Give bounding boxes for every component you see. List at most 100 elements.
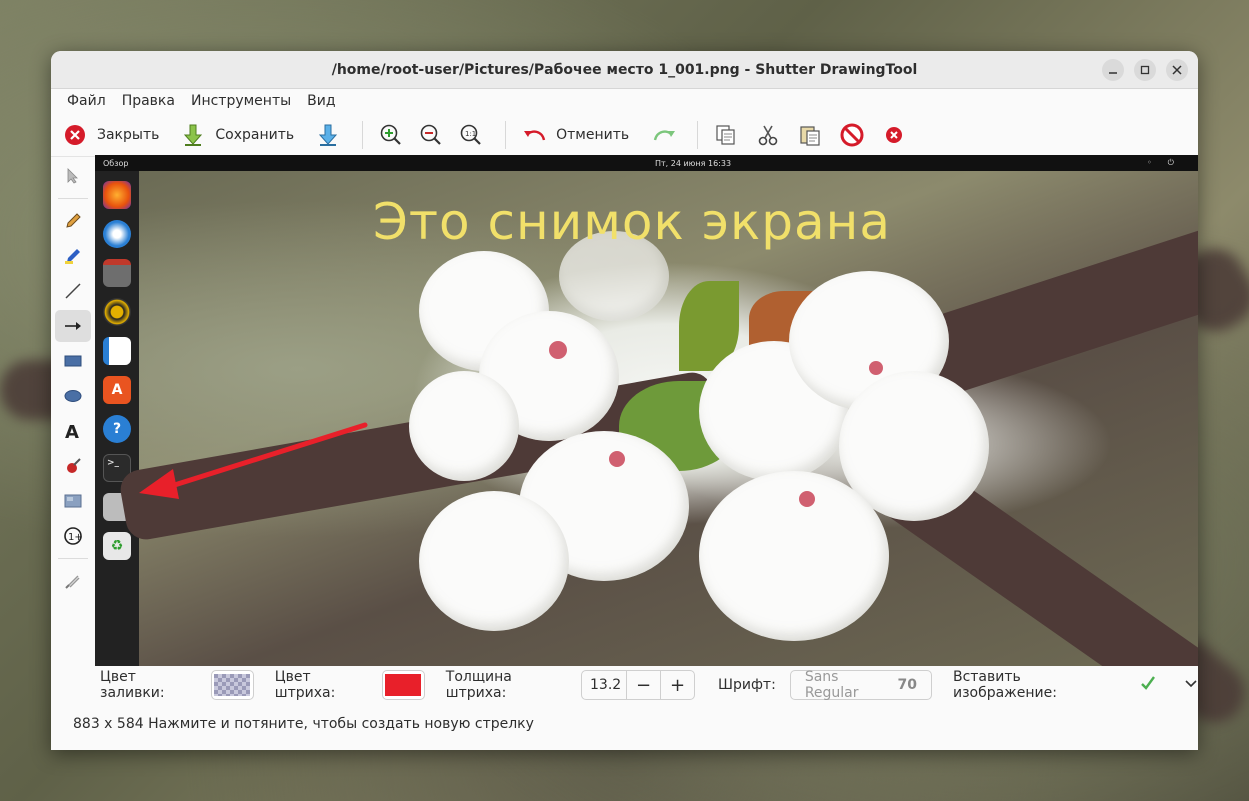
paste-icon [798,123,822,147]
menu-file[interactable]: Файл [59,93,114,109]
close-button[interactable]: Закрыть [63,123,159,147]
menu-view[interactable]: Вид [299,93,343,109]
delete-button[interactable] [840,123,864,147]
svg-text:A: A [65,422,79,440]
save-label: Сохранить [215,126,295,143]
font-size: 70 [897,677,917,693]
close-circle-icon [882,123,906,147]
stroke-width-value[interactable]: 13.2 [582,677,626,693]
zoom-fit-button[interactable]: 1:1 [459,123,483,147]
number-tool[interactable]: 1+ [55,520,91,552]
increase-button[interactable]: + [660,670,694,700]
line-icon [65,283,81,299]
export-arrow-icon [316,123,340,147]
sidebar-separator [58,558,88,559]
pencil-icon [66,213,81,228]
scissors-icon [756,123,780,147]
pointer-icon [67,168,78,184]
stroke-color-swatch [385,674,422,696]
pixelate-tool[interactable] [55,485,91,517]
redo-icon [651,123,676,147]
menu-edit[interactable]: Правка [114,93,183,109]
undo-icon [522,123,546,147]
minimize-button[interactable] [1102,59,1124,81]
text-icon: A [65,422,79,440]
toolbar-separator [505,120,507,149]
stroke-width-spinner: 13.2 − + [581,670,695,700]
window-title: /home/root-user/Pictures/Рабочее место 1… [331,61,918,78]
ellipse-icon [64,390,82,402]
svg-text:1+: 1+ [68,532,83,543]
undo-button[interactable]: Отменить [522,123,629,147]
stroke-color-label: Цвет штриха: [274,669,336,701]
pencil-tool[interactable] [55,205,91,237]
arrow-icon [65,322,81,330]
zoom-in-button[interactable] [379,123,403,147]
stroke-width-label: Толщина штриха: [445,669,512,701]
forbidden-icon [840,123,864,147]
tool-sidebar: A 1+ [51,157,95,667]
chevron-down-icon[interactable] [1184,677,1198,693]
menubar: Файл Правка Инструменты Вид [51,89,1198,113]
window-controls [1102,59,1188,81]
highlighter-icon [65,249,80,264]
copy-icon [714,123,738,147]
crop-icon [65,575,80,589]
status-text: 883 x 584 Нажмите и потяните, чтобы созд… [73,716,534,732]
text-tool[interactable]: A [55,415,91,447]
drawing-tool-window: /home/root-user/Pictures/Рабочее место 1… [51,51,1198,750]
paste-button[interactable] [798,123,822,147]
maximize-icon [1140,65,1150,75]
cut-button[interactable] [756,123,780,147]
decrease-button[interactable]: − [626,670,660,700]
clear-button[interactable] [882,123,906,147]
ellipse-tool[interactable] [55,380,91,412]
menu-tools[interactable]: Инструменты [183,93,299,109]
toolbar-separator [697,120,699,149]
line-tool[interactable] [55,275,91,307]
properties-bar: Цвет заливки: Цвет штриха: Толщина штрих… [95,666,1198,704]
red-arrow-annotation[interactable] [95,155,1198,666]
close-label: Закрыть [97,126,160,143]
maximize-button[interactable] [1134,59,1156,81]
font-button[interactable]: Sans Regular 70 [789,669,932,701]
zoom-in-icon [379,123,403,147]
save-button[interactable]: Сохранить [181,123,294,147]
numbered-circle-icon: 1+ [64,527,83,545]
minimize-icon [1109,72,1117,74]
copy-button[interactable] [714,123,738,147]
checkmark-icon[interactable] [1140,675,1156,695]
censor-tool[interactable] [55,450,91,482]
zoom-out-button[interactable] [419,123,443,147]
fill-color-label: Цвет заливки: [100,669,165,701]
highlighter-tool[interactable] [55,240,91,272]
rectangle-tool[interactable] [55,345,91,377]
save-arrow-icon [181,123,205,147]
svg-text:1:1: 1:1 [465,130,476,138]
close-circle-icon [63,123,87,147]
export-button[interactable] [316,123,340,147]
pixelate-icon [64,494,82,508]
fill-color-button[interactable] [211,670,254,700]
font-name: Sans Regular [804,669,859,701]
zoom-original-icon: 1:1 [459,123,483,147]
sidebar-separator [58,198,88,199]
censor-icon [67,458,81,473]
arrow-tool[interactable] [55,310,91,342]
transparent-checker-icon [214,674,251,696]
font-label: Шрифт: [718,677,776,693]
toolbar-separator [362,120,364,149]
insert-image-label: Вставить изображение: [952,669,1057,701]
close-window-button[interactable] [1166,59,1188,81]
rectangle-icon [64,355,82,367]
crop-tool[interactable] [55,565,91,597]
undo-label: Отменить [556,126,630,143]
drawing-canvas[interactable]: Обзор Пт, 24 июня 16:33 ◦⏻ A ? >_ ♻ Это … [95,155,1198,666]
toolbar: Закрыть Сохранить 1:1 Отменить [51,113,1198,157]
redo-button[interactable] [651,123,676,147]
select-tool[interactable] [55,160,91,192]
stroke-color-button[interactable] [382,670,425,700]
close-icon [1172,65,1182,75]
zoom-out-icon [419,123,443,147]
titlebar: /home/root-user/Pictures/Рабочее место 1… [51,51,1198,89]
